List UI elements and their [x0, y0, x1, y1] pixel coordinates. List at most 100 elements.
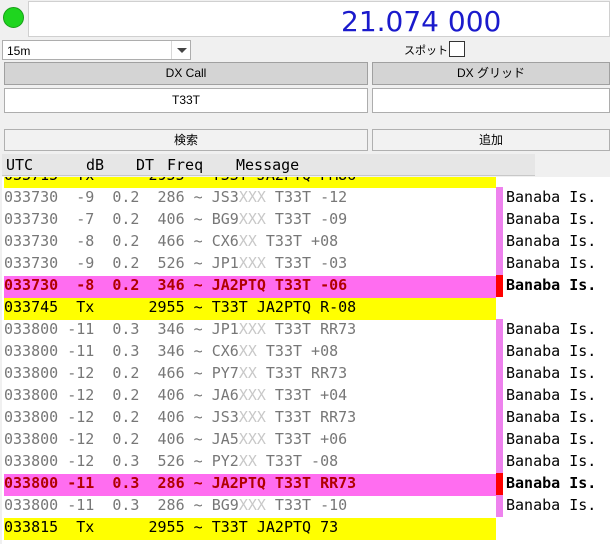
table-row[interactable]: 033800 -11 0.3 286 ~ JA2PTQ T33T RR73 Ban… — [2, 473, 610, 496]
spot-checkbox[interactable] — [449, 41, 465, 57]
country-label: Banaba Is. — [506, 364, 597, 382]
cq-marker — [496, 407, 503, 429]
country-label: Banaba Is. — [506, 430, 597, 448]
decode-message: 033800 -11 0.3 346 ~ CX6XX T33T +08 — [4, 342, 496, 364]
decode-message: 033800 -12 0.2 406 ~ JA5XXX T33T +06 — [4, 430, 496, 452]
status-led-icon — [3, 7, 24, 28]
country-label: Banaba Is. — [506, 276, 597, 294]
message-text: 033800 -12 0.2 406 ~ JS3 — [4, 408, 239, 426]
dx-call-header[interactable]: DX Call — [4, 62, 368, 85]
table-row[interactable]: 033800 -12 0.2 466 ~ PY7XX T33T RR73 Bana… — [2, 363, 610, 385]
table-row[interactable]: 033730 -8 0.2 466 ~ CX6XX T33T +08 Banaba… — [2, 231, 610, 253]
redacted-text: XXX — [238, 320, 266, 338]
decode-message: 033800 -12 0.2 466 ~ PY7XX T33T RR73 — [4, 364, 496, 386]
frequency-display[interactable]: 21.074 000 — [28, 1, 610, 38]
table-row[interactable]: 033800 -12 0.2 406 ~ JS3XXX T33T RR73 Ban… — [2, 407, 610, 429]
table-row[interactable]: 033730 -7 0.2 406 ~ BG9XXX T33T -09 Banab… — [2, 209, 610, 231]
search-button[interactable]: 検索 — [4, 129, 368, 151]
frequency-value: 21.074 000 — [341, 5, 502, 38]
message-tail: T33T +04 — [265, 386, 348, 404]
cq-marker — [496, 253, 503, 275]
message-text: 033815 Tx 2955 ~ T33T JA2PTQ 73 — [4, 518, 339, 536]
message-tail: T33T +08 — [256, 342, 339, 360]
decode-message: 033730 -8 0.2 346 ~ JA2PTQ T33T -06 — [4, 276, 496, 298]
decode-message: 033730 -9 0.2 526 ~ JP1XXX T33T -03 — [4, 254, 496, 276]
decode-message: 033800 -11 0.3 286 ~ BG9XXX T33T -10 — [4, 496, 496, 518]
country-label: Banaba Is. — [506, 386, 597, 404]
redacted-text: XXX — [238, 210, 266, 228]
table-row[interactable]: 033800 -11 0.3 286 ~ BG9XXX T33T -10 Bana… — [2, 495, 610, 517]
message-text: 033730 -8 0.2 466 ~ CX6 — [4, 232, 239, 250]
decode-message: 033800 -12 0.2 406 ~ JA6XXX T33T +04 — [4, 386, 496, 408]
dx-grid-header[interactable]: DX グリッド — [372, 62, 610, 85]
col-db: dB — [86, 156, 105, 174]
message-text: 033800 -11 0.3 346 ~ CX6 — [4, 342, 239, 360]
table-row[interactable]: 033800 -12 0.2 406 ~ JA6XXX T33T +04 Bana… — [2, 385, 610, 407]
message-text: 033745 Tx 2955 ~ T33T JA2PTQ R-08 — [4, 298, 357, 316]
table-row[interactable]: 033800 -11 0.3 346 ~ CX6XX T33T +08 Banab… — [2, 341, 610, 363]
message-tail: T33T +08 — [256, 232, 339, 250]
message-tail: T33T RR73 — [256, 364, 348, 382]
cq-marker — [496, 275, 503, 297]
band-value: 15m — [7, 44, 31, 58]
spot-label: スポット — [404, 45, 448, 57]
redacted-text: XXX — [238, 188, 266, 206]
redacted-text: XXX — [238, 254, 266, 272]
table-row[interactable]: 033800 -12 0.3 526 ~ PY2XX T33T -08 Banab… — [2, 451, 610, 473]
decode-message: 033730 -8 0.2 466 ~ CX6XX T33T +08 — [4, 232, 496, 254]
cq-marker — [496, 209, 503, 231]
message-text: 033730 -7 0.2 406 ~ BG9 — [4, 210, 239, 228]
table-row[interactable]: 033745 Tx 2955 ~ T33T JA2PTQ R-08 — [2, 297, 610, 320]
decode-message: 033800 -11 0.3 346 ~ JP1XXX T33T RR73 — [4, 320, 496, 342]
chevron-down-icon[interactable] — [171, 41, 190, 59]
decode-list[interactable]: 033715 Tx 2955 ~ T33T JA2PTQ PM86 033730 … — [2, 177, 610, 544]
decode-message: 033800 -12 0.3 526 ~ PY2XX T33T -08 — [4, 452, 496, 474]
message-tail: T33T RR73 — [265, 320, 357, 338]
country-label: Banaba Is. — [506, 320, 597, 338]
decode-message: 033730 -9 0.2 286 ~ JS3XXX T33T -12 — [4, 188, 496, 210]
table-row[interactable]: 033800 -12 0.2 406 ~ JA5XXX T33T +06 Bana… — [2, 429, 610, 451]
cq-marker — [496, 187, 503, 209]
table-row[interactable]: 033730 -9 0.2 286 ~ JS3XXX T33T -12 Banab… — [2, 187, 610, 209]
message-text: 033800 -11 0.3 286 ~ JA2PTQ T33T RR73 — [4, 474, 357, 492]
cq-marker — [496, 451, 503, 473]
table-row[interactable]: 033730 -9 0.2 526 ~ JP1XXX T33T -03 Banab… — [2, 253, 610, 275]
table-row[interactable]: 033815 Tx 2955 ~ T33T JA2PTQ 73 — [2, 517, 610, 540]
col-message: Message — [236, 156, 300, 174]
country-label: Banaba Is. — [506, 452, 597, 470]
country-label: Banaba Is. — [506, 254, 597, 272]
message-text: 033800 -11 0.3 286 ~ BG9 — [4, 496, 239, 514]
table-row[interactable]: 033800 -11 0.3 346 ~ JP1XXX T33T RR73 Ban… — [2, 319, 610, 341]
decode-message: 033815 Tx 2955 ~ T33T JA2PTQ 73 — [4, 518, 496, 540]
country-label: Banaba Is. — [506, 210, 597, 228]
cq-marker — [496, 231, 503, 253]
cq-marker — [496, 473, 503, 495]
table-row[interactable]: 033715 Tx 2955 ~ T33T JA2PTQ PM86 — [2, 177, 610, 188]
redacted-text: XXX — [238, 408, 266, 426]
dx-call-input[interactable]: T33T — [4, 88, 368, 113]
decode-message: 033745 Tx 2955 ~ T33T JA2PTQ R-08 — [4, 298, 496, 320]
col-dt: DT — [136, 156, 155, 174]
cq-marker — [496, 319, 503, 341]
cq-marker — [496, 495, 503, 517]
band-select[interactable]: 15m — [2, 40, 191, 60]
message-text: 033730 -8 0.2 346 ~ JA2PTQ T33T -06 — [4, 276, 348, 294]
redacted-text: XX — [238, 364, 257, 382]
message-text: 033800 -12 0.2 406 ~ JA5 — [4, 430, 239, 448]
country-label: Banaba Is. — [506, 342, 597, 360]
table-row[interactable]: 033730 -8 0.2 346 ~ JA2PTQ T33T -06 Banab… — [2, 275, 610, 298]
message-text: 033800 -11 0.3 346 ~ JP1 — [4, 320, 239, 338]
message-text: 033800 -12 0.3 526 ~ PY2 — [4, 452, 239, 470]
redacted-text: XX — [238, 342, 257, 360]
dx-grid-input[interactable] — [372, 88, 610, 113]
frequency-bar: 21.074 000 — [0, 0, 610, 38]
message-tail: T33T -10 — [265, 496, 348, 514]
message-text: 033800 -12 0.2 466 ~ PY7 — [4, 364, 239, 382]
message-tail: T33T -12 — [265, 188, 348, 206]
decode-message: 033800 -12 0.2 406 ~ JS3XXX T33T RR73 — [4, 408, 496, 430]
message-tail: T33T -09 — [265, 210, 348, 228]
redacted-text: XX — [238, 232, 257, 250]
add-button[interactable]: 追加 — [372, 129, 610, 151]
country-label: Banaba Is. — [506, 496, 597, 514]
cq-marker — [496, 363, 503, 385]
